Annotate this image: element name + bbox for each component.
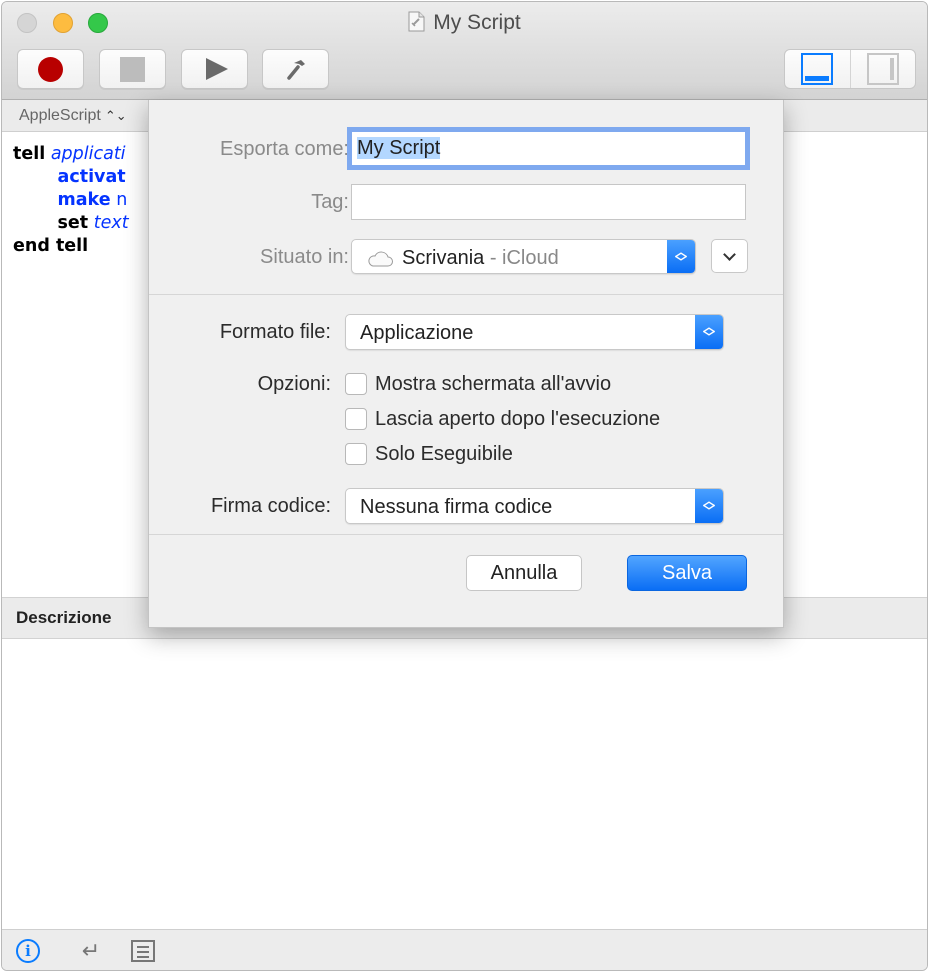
code-sign-value: Nessuna firma codice [360, 496, 553, 518]
info-icon[interactable]: i [16, 939, 40, 963]
checkbox[interactable] [345, 408, 367, 430]
side-pane-icon [866, 53, 899, 85]
script-editor-window: My Script AppleScript ⌃⌄ tell applicati … [1, 1, 928, 971]
bottom-bar: i ↵ [2, 929, 927, 970]
code-line: end tell [13, 236, 89, 256]
location-value: Scrivania [402, 247, 485, 269]
stop-button[interactable] [99, 49, 166, 89]
location-label: Situato in: [260, 246, 349, 268]
code-sign-label: Firma codice: [210, 495, 331, 517]
checkbox[interactable] [345, 443, 367, 465]
description-text-area[interactable] [2, 639, 927, 929]
location-suffix: - iCloud [484, 247, 559, 269]
tag-label: Tag: [311, 191, 349, 213]
code-text: tell applicati activat make n set text en… [13, 143, 129, 258]
description-label: Descrizione [16, 608, 112, 627]
code-line: set text [57, 213, 129, 233]
stop-icon [120, 56, 145, 82]
chevron-down-icon [723, 247, 736, 261]
language-value: AppleScript [19, 107, 101, 124]
options-label: Opzioni: [257, 373, 331, 395]
hammer-icon [286, 60, 305, 80]
divider [149, 534, 783, 535]
script-document-icon [408, 11, 425, 32]
show-bottom-pane-button[interactable] [785, 50, 850, 88]
show-side-pane-button[interactable] [849, 50, 916, 88]
location-popup[interactable]: Scrivania - iCloud ︿ ﹀ [351, 239, 696, 274]
record-button[interactable] [17, 49, 84, 89]
play-icon [205, 58, 228, 80]
option-show-startup-screen[interactable]: Mostra schermata all'avvio [345, 371, 611, 397]
code-sign-popup[interactable]: Nessuna firma codice ︿ ﹀ [345, 488, 724, 524]
file-format-label: Formato file: [219, 321, 331, 343]
code-line: make n [57, 190, 128, 210]
code-line: activat [57, 167, 126, 187]
export-sheet: Esporta come: My Script Tag: Situato in:… [148, 100, 784, 628]
checkbox[interactable] [345, 373, 367, 395]
save-button[interactable]: Salva [627, 555, 747, 591]
run-button[interactable] [181, 49, 248, 89]
window-title: My Script [2, 10, 927, 36]
export-as-input[interactable]: My Script [351, 131, 746, 166]
up-down-stepper-icon: ︿ ﹀ [695, 489, 723, 523]
compile-button[interactable] [262, 49, 329, 89]
up-down-stepper-icon: ︿ ﹀ [667, 240, 695, 273]
language-selector[interactable]: AppleScript ⌃⌄ [19, 107, 127, 125]
record-icon [38, 56, 63, 82]
tag-input[interactable] [351, 184, 746, 220]
divider [149, 294, 783, 295]
export-as-value: My Script [357, 137, 441, 159]
icloud-icon [368, 251, 393, 267]
code-line: tell applicati [13, 144, 126, 164]
return-icon[interactable]: ↵ [78, 938, 104, 963]
title-bar: My Script [2, 2, 927, 100]
file-format-popup[interactable]: Applicazione ︿ ﹀ [345, 314, 724, 350]
up-down-stepper-icon: ︿ ﹀ [695, 315, 723, 349]
list-icon[interactable] [130, 939, 156, 963]
window-title-text: My Script [433, 11, 521, 34]
up-down-arrows-icon: ⌃⌄ [104, 108, 127, 123]
file-format-value: Applicazione [360, 322, 474, 344]
option-stay-open[interactable]: Lascia aperto dopo l'esecuzione [345, 406, 660, 432]
view-toggle [784, 49, 916, 89]
bottom-pane-icon [801, 53, 834, 85]
option-run-only[interactable]: Solo Eseguibile [345, 441, 513, 467]
export-as-label: Esporta come: [220, 138, 349, 160]
expand-dialog-button[interactable] [711, 239, 748, 273]
cancel-button[interactable]: Annulla [466, 555, 582, 591]
